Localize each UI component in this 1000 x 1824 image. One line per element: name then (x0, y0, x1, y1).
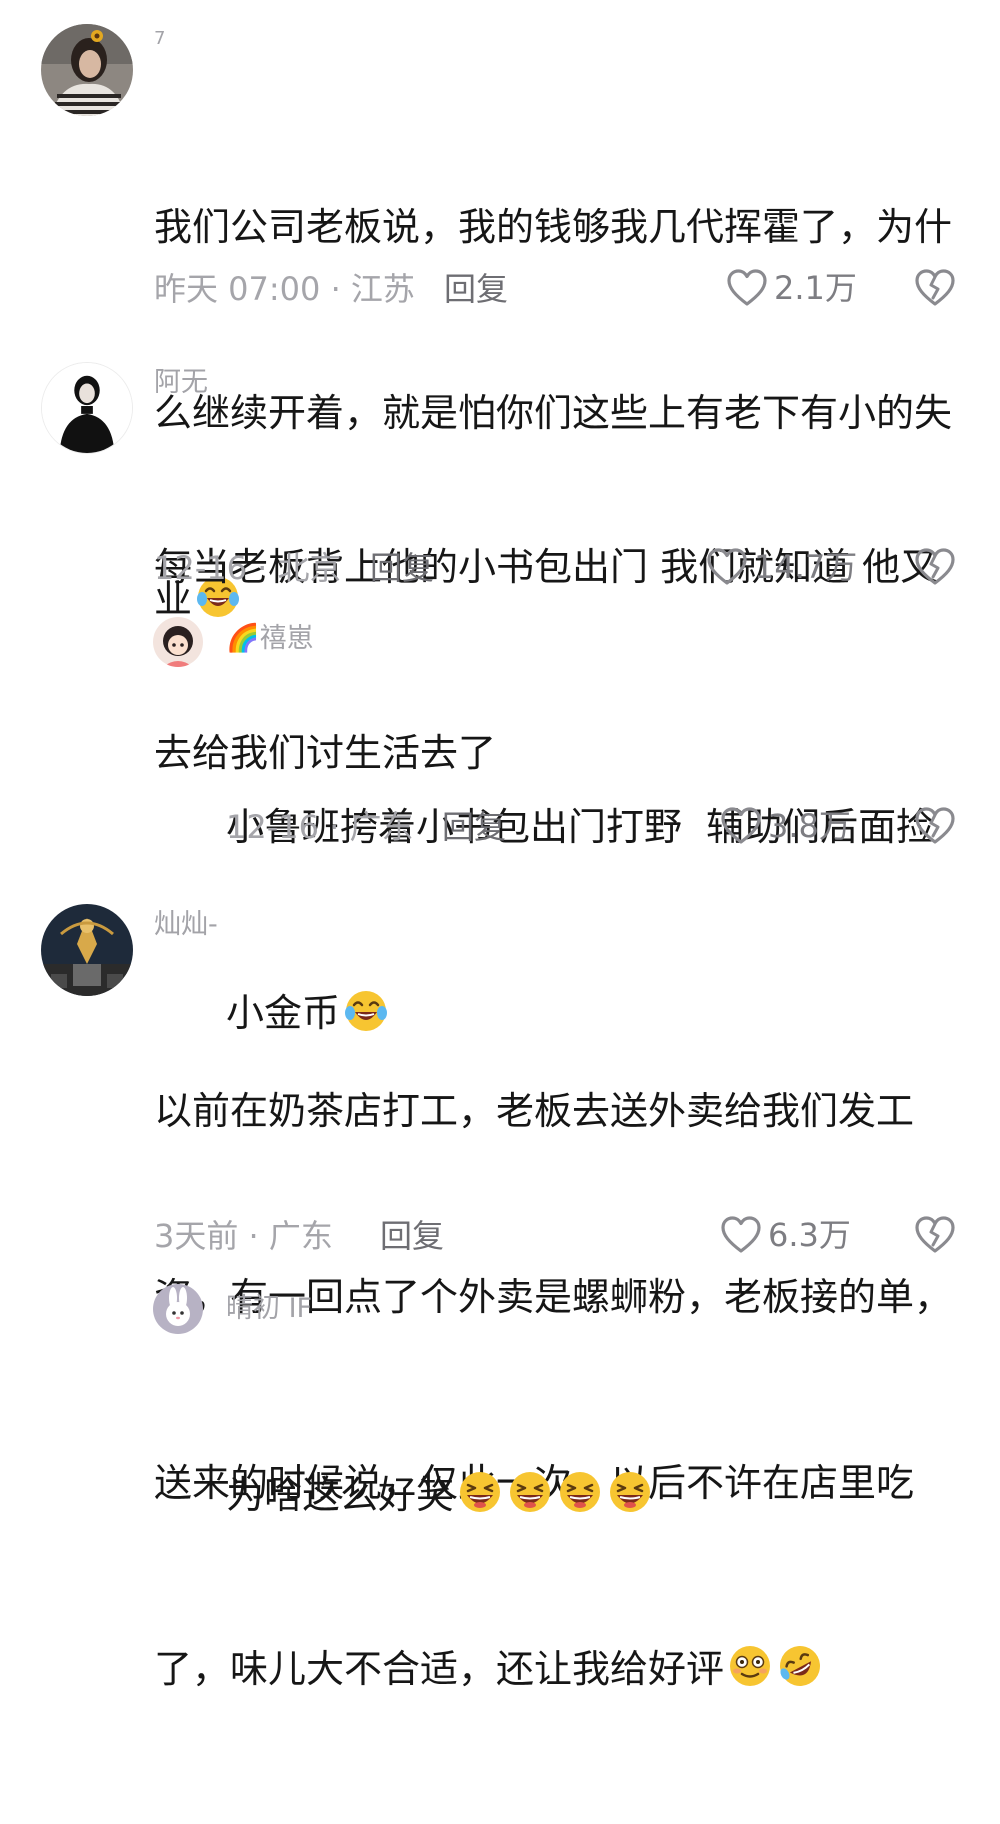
broken-heart-icon[interactable] (914, 1215, 956, 1255)
like-count: 6.3万 (768, 1216, 851, 1254)
heart-outline-icon (720, 1215, 762, 1255)
comment-line: 为啥这么好笑 (226, 1464, 654, 1526)
comment-line-text: 为啥这么好笑 (226, 1473, 455, 1517)
avatar[interactable] (41, 24, 133, 116)
comment-text: 为啥这么好笑 (226, 1340, 654, 1650)
avatar[interactable] (153, 617, 203, 667)
heart-outline-icon (726, 268, 768, 308)
comment-line: 以前在奶茶店打工，老板去送外卖给我们发工 (154, 1089, 915, 1133)
comment-meta: 3天前 · 广东 (154, 1217, 333, 1255)
username[interactable]: 晴初 IF (226, 1295, 312, 1322)
avatar[interactable] (41, 904, 133, 996)
comment-meta: 12-16 · 北京 (154, 549, 342, 587)
like-count: 3.8万 (768, 807, 851, 845)
flushed-smile-emoji (726, 1642, 774, 1690)
heart-outline-icon (706, 547, 748, 587)
heart-outline-icon (720, 806, 762, 846)
reply-button[interactable]: 回复 (370, 552, 434, 584)
broken-heart-icon[interactable] (914, 268, 956, 308)
broken-heart-icon[interactable] (914, 806, 956, 846)
username[interactable]: 7 (154, 30, 165, 48)
like-button[interactable]: 3.8万 (720, 806, 851, 846)
laughing-emoji (606, 1468, 654, 1516)
comment-meta: 昨天 07:00 · 江苏 (154, 270, 415, 308)
laughing-emoji (456, 1468, 504, 1516)
reply-button[interactable]: 回复 (380, 1220, 444, 1252)
like-button[interactable]: 6.3万 (720, 1215, 851, 1255)
like-button[interactable]: 14.7万 (706, 547, 857, 587)
like-button[interactable]: 2.1万 (726, 268, 857, 308)
avatar[interactable] (41, 362, 133, 454)
like-count: 2.1万 (774, 269, 857, 307)
username[interactable]: 灿灿- (154, 911, 218, 938)
laughing-emoji (506, 1468, 554, 1516)
comment-line-text: 了，味儿大不合适，还让我给好评 (154, 1647, 725, 1691)
username[interactable]: 阿无 (154, 369, 208, 396)
broken-heart-icon[interactable] (914, 547, 956, 587)
laughing-emoji (556, 1468, 604, 1516)
avatar[interactable] (153, 1284, 203, 1334)
comment-line: 我们公司老板说，我的钱够我几代挥霍了，为什 (154, 205, 953, 249)
reply-button[interactable]: 回复 (444, 273, 508, 305)
comment-meta: 12-16 · 广东 (226, 808, 414, 846)
username[interactable]: 🌈禧崽 (226, 625, 314, 652)
reply-button[interactable]: 回复 (442, 811, 506, 843)
like-count: 14.7万 (754, 548, 858, 586)
rofl-emoji (776, 1642, 824, 1690)
